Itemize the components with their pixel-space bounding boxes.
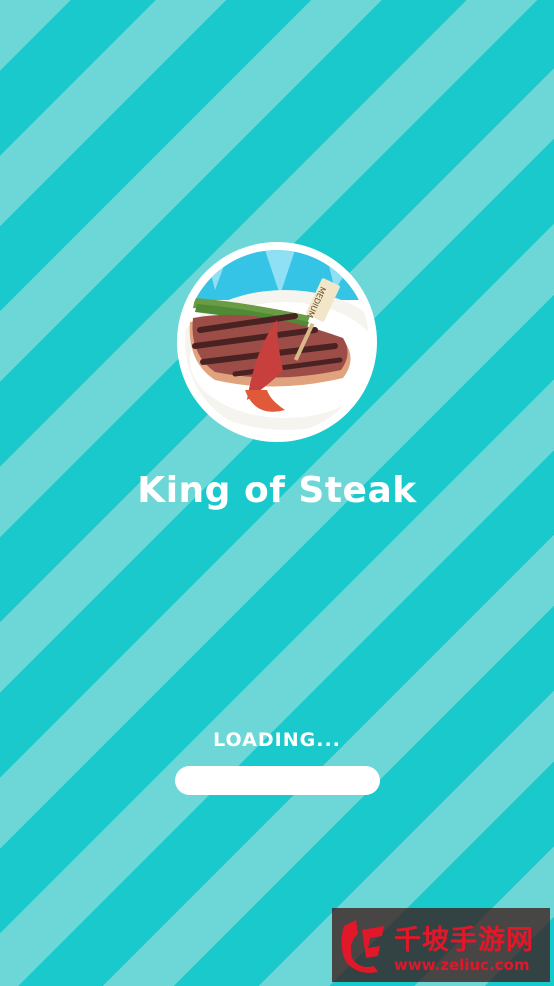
steak-plate-icon: MEDIUM [185,250,369,434]
watermark: 千坡手游网 www.zeliuc.com [332,908,550,982]
loading-progress-bar [175,766,380,795]
game-logo-icon: MEDIUM [177,242,377,442]
game-title: King of Steak [137,470,417,511]
watermark-name: 千坡手游网 [394,925,534,956]
watermark-logo-icon [341,920,384,973]
watermark-url: www.zeliuc.com [394,956,530,974]
loading-label: LOADING... [213,729,341,751]
